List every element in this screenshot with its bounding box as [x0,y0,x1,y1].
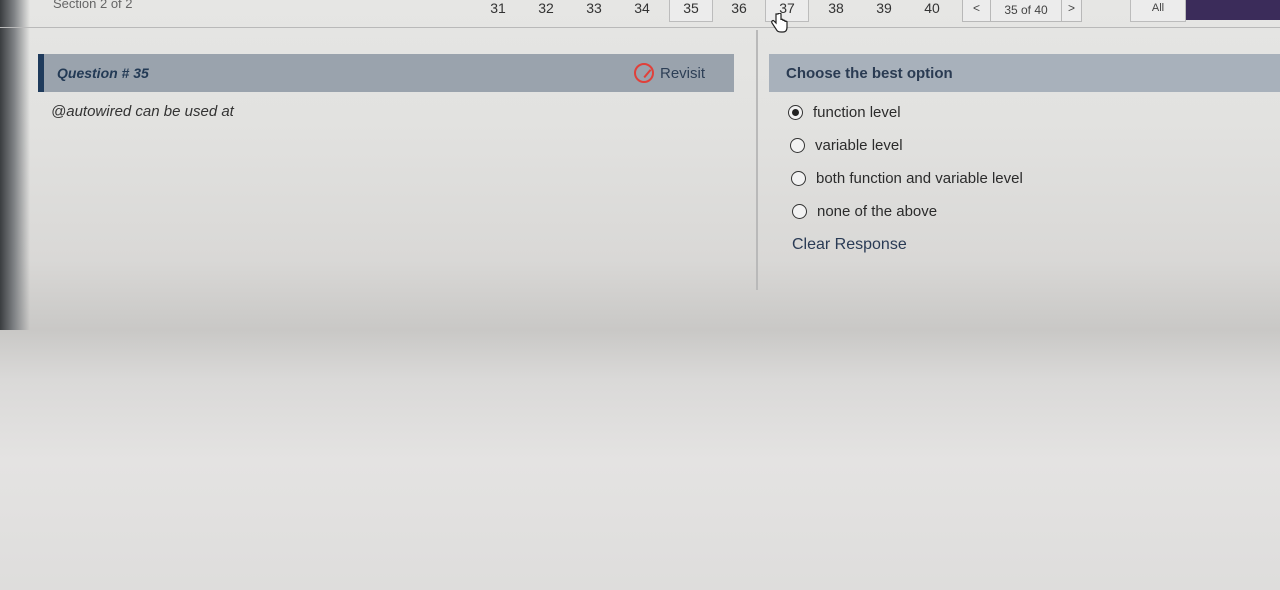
header-accent [1186,0,1280,20]
option-label: both function and variable level [816,170,1023,187]
revisit-label: Revisit [660,64,706,82]
question-text: @autowired can be used at [51,103,234,120]
pager-position: 35 of 40 [1004,2,1048,17]
question-nav-39[interactable]: 39 [862,0,906,22]
pager-prev-button[interactable]: < [963,0,991,21]
top-navigation-bar: Section 2 of 2 31 32 33 34 35 36 37 38 3… [0,0,1280,33]
pager-next-button[interactable]: > [1061,0,1081,21]
option-none-of-above[interactable]: none of the above [792,203,937,220]
exam-screen: Section 2 of 2 31 32 33 34 35 36 37 38 3… [0,0,1280,590]
option-variable-level[interactable]: variable level [790,137,903,154]
section-label: Section 2 of 2 [53,0,133,11]
question-nav-40[interactable]: 40 [910,0,954,22]
question-nav-36[interactable]: 36 [717,0,761,22]
option-both-levels[interactable]: both function and variable level [791,170,1023,187]
revisit-button[interactable]: Revisit [634,63,705,83]
option-label: none of the above [817,203,938,220]
question-nav-33[interactable]: 33 [572,0,616,22]
question-nav-32[interactable]: 32 [524,0,568,22]
question-title: Question # 35 [57,65,149,81]
screen-bezel [0,0,30,330]
question-header: Question # 35 Revisit [38,54,734,92]
question-pager: < 35 of 40 > [962,0,1082,22]
question-nav-31[interactable]: 31 [476,0,520,22]
question-nav-35[interactable]: 35 [669,0,713,22]
option-label: function level [813,104,901,121]
radio-icon[interactable] [792,204,807,219]
panel-divider [756,30,758,290]
question-nav-34[interactable]: 34 [620,0,664,22]
option-function-level[interactable]: function level [788,104,901,121]
radio-icon[interactable] [790,138,805,153]
options-header: Choose the best option [769,54,1280,92]
hand-cursor-icon [771,13,788,33]
question-nav-38[interactable]: 38 [814,0,858,22]
radio-icon[interactable] [791,171,806,186]
revisit-icon [634,63,654,83]
radio-selected-icon[interactable] [788,105,803,120]
all-questions-button[interactable]: All [1130,0,1186,22]
option-label: variable level [815,137,903,154]
clear-response-button[interactable]: Clear Response [792,236,907,254]
options-title: Choose the best option [786,65,953,82]
